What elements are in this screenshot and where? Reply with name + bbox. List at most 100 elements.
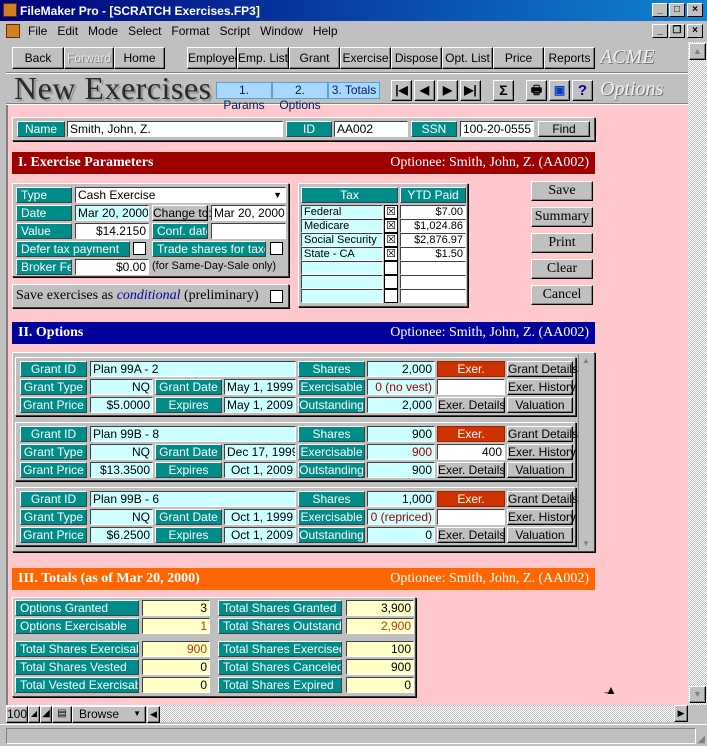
- ytd-paid-value[interactable]: $2,876.97: [400, 233, 466, 247]
- conf-date-field[interactable]: [211, 223, 286, 239]
- forward-button[interactable]: Forward: [64, 47, 114, 69]
- scroll-left-button[interactable]: ◀: [147, 706, 160, 723]
- scroll-up-icon[interactable]: ▲: [582, 356, 590, 365]
- grant-price-field[interactable]: $5.0000: [90, 397, 153, 413]
- maximize-button[interactable]: □: [669, 3, 685, 17]
- doc-close-button[interactable]: ×: [687, 24, 703, 38]
- exercise-button[interactable]: Exercise: [340, 47, 391, 69]
- grant-date-field[interactable]: Oct 1, 1999: [224, 509, 296, 525]
- grant-price-field[interactable]: $6.2500: [90, 527, 153, 543]
- type-dropdown[interactable]: Cash Exercise ▼: [75, 187, 286, 203]
- horizontal-scrollbar[interactable]: ▶: [160, 705, 688, 722]
- reports-button[interactable]: Reports: [544, 47, 595, 69]
- grant-details-button[interactable]: Grant Details: [507, 491, 578, 507]
- grant-id-field[interactable]: Plan 99B - 6: [90, 491, 296, 507]
- tax-name[interactable]: Medicare: [301, 219, 383, 233]
- exercisable-field[interactable]: 0 (no vest): [367, 379, 435, 395]
- valuation-button[interactable]: Valuation: [507, 527, 573, 543]
- tax-checkbox[interactable]: [384, 289, 398, 303]
- grant-date-field[interactable]: May 1, 1999: [224, 379, 296, 395]
- tax-name[interactable]: Social Security: [301, 233, 383, 247]
- tax-name[interactable]: State - CA: [301, 247, 383, 261]
- doc-restore-button[interactable]: ❐: [669, 24, 685, 38]
- tax-name[interactable]: [301, 289, 383, 303]
- menu-mode[interactable]: Mode: [88, 24, 118, 38]
- grant-type-field[interactable]: NQ: [90, 509, 153, 525]
- cancel-button[interactable]: Cancel: [531, 285, 593, 305]
- tab-params[interactable]: 1. Params: [216, 82, 272, 112]
- outstanding-field[interactable]: 900: [367, 462, 435, 478]
- tax-checkbox[interactable]: ☒: [384, 233, 398, 247]
- menu-file[interactable]: File: [28, 24, 47, 38]
- last-record-button[interactable]: ▶|: [460, 80, 481, 101]
- value-field[interactable]: $14.2150: [75, 223, 149, 239]
- ytd-paid-value[interactable]: [400, 289, 466, 303]
- grant-id-field[interactable]: Plan 99B - 8: [90, 426, 296, 442]
- first-record-button[interactable]: |◀: [391, 80, 412, 101]
- price-button[interactable]: Price: [493, 47, 544, 69]
- clear-button[interactable]: Clear: [531, 259, 593, 279]
- ytd-paid-value[interactable]: [400, 275, 466, 289]
- tax-checkbox[interactable]: ☒: [384, 247, 398, 261]
- id-field[interactable]: AA002: [334, 121, 408, 137]
- trade-shares-checkbox[interactable]: [270, 242, 283, 255]
- scroll-down-button[interactable]: ▼: [689, 686, 706, 703]
- exer-history-button[interactable]: Exer. History: [507, 509, 576, 525]
- exer-history-button[interactable]: Exer. History: [507, 444, 576, 460]
- date-field[interactable]: Mar 20, 2000: [75, 205, 149, 221]
- valuation-button[interactable]: Valuation: [507, 397, 573, 413]
- ytd-paid-value[interactable]: $1,024.86: [400, 219, 466, 233]
- summary-button[interactable]: Summary: [531, 207, 593, 227]
- ytd-paid-value[interactable]: [400, 261, 466, 275]
- next-record-button[interactable]: ▶: [437, 80, 458, 101]
- mode-selector[interactable]: Browse ▼: [72, 706, 146, 723]
- grant-price-field[interactable]: $13.3500: [90, 462, 153, 478]
- resize-grip-icon[interactable]: ◢: [697, 734, 705, 745]
- zoom-out-icon[interactable]: ◢: [28, 706, 40, 723]
- menu-help[interactable]: Help: [313, 24, 338, 38]
- change-to-button[interactable]: Change to:: [152, 205, 212, 221]
- outstanding-field[interactable]: 2,000: [367, 397, 435, 413]
- menu-script[interactable]: Script: [219, 24, 250, 38]
- scroll-to-top-icon[interactable]: ▲ ‾: [605, 684, 617, 704]
- exer-shares-input[interactable]: [437, 509, 505, 525]
- tax-name[interactable]: Federal: [301, 205, 383, 219]
- grant-button[interactable]: Grant: [289, 47, 340, 69]
- exer-details-button[interactable]: Exer. Details: [437, 527, 505, 543]
- grant-date-field[interactable]: Dec 17, 1999: [224, 444, 296, 460]
- ssn-field[interactable]: 100-20-0555: [460, 121, 534, 137]
- expires-field[interactable]: May 1, 2009: [224, 397, 296, 413]
- close-button[interactable]: ×: [687, 3, 703, 17]
- scroll-right-button[interactable]: ▶: [674, 705, 688, 722]
- grant-type-field[interactable]: NQ: [90, 379, 153, 395]
- scroll-up-button[interactable]: ▲: [689, 43, 706, 60]
- grant-type-field[interactable]: NQ: [90, 444, 153, 460]
- exer-history-button[interactable]: Exer. History: [507, 379, 576, 395]
- exer-shares-input[interactable]: [437, 379, 505, 395]
- tax-checkbox[interactable]: [384, 261, 398, 275]
- shares-field[interactable]: 2,000: [367, 361, 435, 377]
- help-button[interactable]: ?: [572, 80, 593, 101]
- expires-field[interactable]: Oct 1, 2009: [224, 527, 296, 543]
- exercisable-field[interactable]: 900: [367, 444, 435, 460]
- outstanding-field[interactable]: 0: [367, 527, 435, 543]
- emp-list-button[interactable]: Emp. List: [237, 47, 289, 69]
- save-button[interactable]: Save: [531, 181, 593, 201]
- status-area-toggle-icon[interactable]: ▤: [52, 706, 72, 723]
- portal-scrollbar[interactable]: ▲ ▼: [578, 354, 593, 550]
- print-action-button[interactable]: Print: [531, 233, 593, 253]
- grant-details-button[interactable]: Grant Details: [507, 426, 578, 442]
- exer-details-button[interactable]: Exer. Details: [437, 462, 505, 478]
- tax-name[interactable]: [301, 275, 383, 289]
- opt-list-button[interactable]: Opt. List: [442, 47, 493, 69]
- broker-fee-field[interactable]: $0.00: [75, 259, 149, 275]
- tax-checkbox[interactable]: ☒: [384, 219, 398, 233]
- grant-details-button[interactable]: Grant Details: [507, 361, 578, 377]
- sum-button[interactable]: Σ: [493, 80, 514, 101]
- conditional-checkbox[interactable]: [270, 290, 283, 303]
- name-field[interactable]: Smith, John, Z.: [67, 121, 283, 137]
- vertical-scrollbar[interactable]: ▲ ▼: [688, 42, 707, 705]
- tab-totals[interactable]: 3. Totals: [328, 82, 380, 99]
- home-button[interactable]: Home: [114, 47, 165, 69]
- dispose-button[interactable]: Dispose: [391, 47, 442, 69]
